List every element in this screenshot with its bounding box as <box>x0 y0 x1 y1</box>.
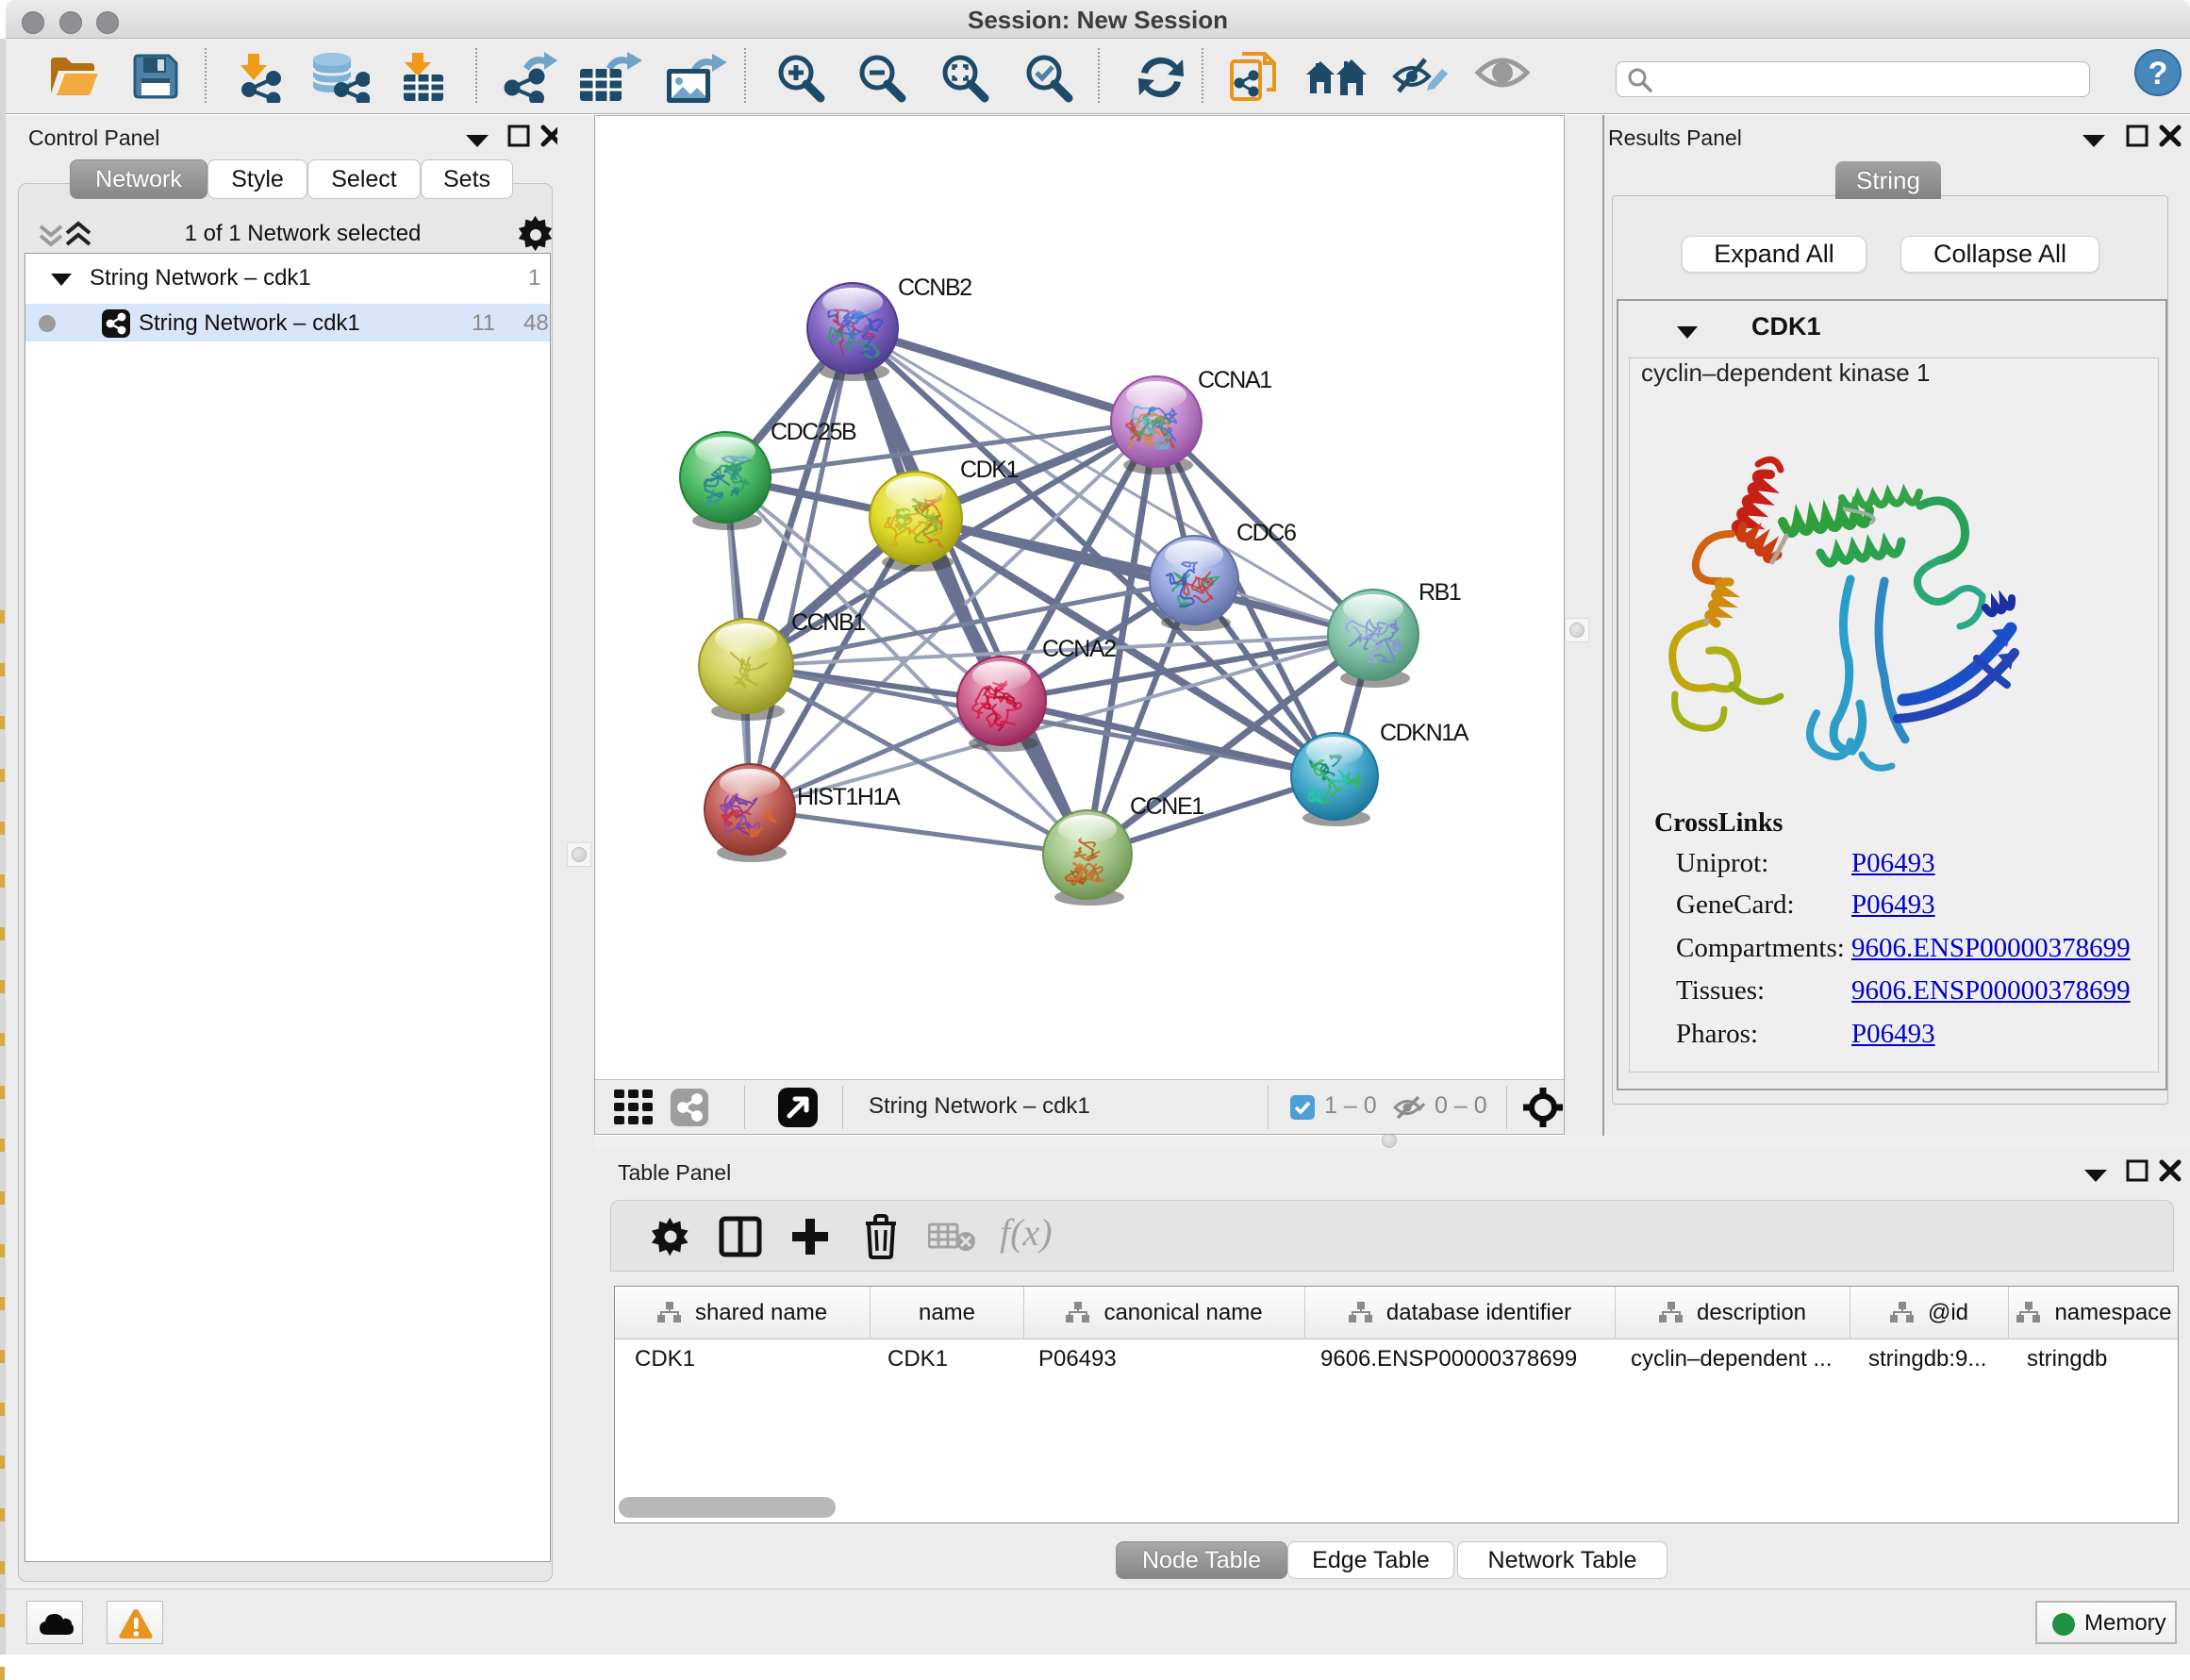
svg-text:CCNE1: CCNE1 <box>1130 793 1203 820</box>
svg-text:CDC25B: CDC25B <box>771 419 856 445</box>
svg-text:CDK1: CDK1 <box>960 457 1019 483</box>
svg-text:?: ? <box>2149 56 2168 91</box>
svg-text:RB1: RB1 <box>1419 579 1461 606</box>
svg-text:CCNB1: CCNB1 <box>791 609 865 636</box>
svg-text:CCNA1: CCNA1 <box>1198 367 1271 393</box>
svg-text:CDKN1A: CDKN1A <box>1380 720 1469 746</box>
svg-text:CCNB2: CCNB2 <box>898 274 971 301</box>
svg-text:CDC6: CDC6 <box>1236 520 1296 546</box>
svg-text:CCNA2: CCNA2 <box>1042 636 1116 662</box>
svg-text:HIST1H1A: HIST1H1A <box>797 784 901 810</box>
